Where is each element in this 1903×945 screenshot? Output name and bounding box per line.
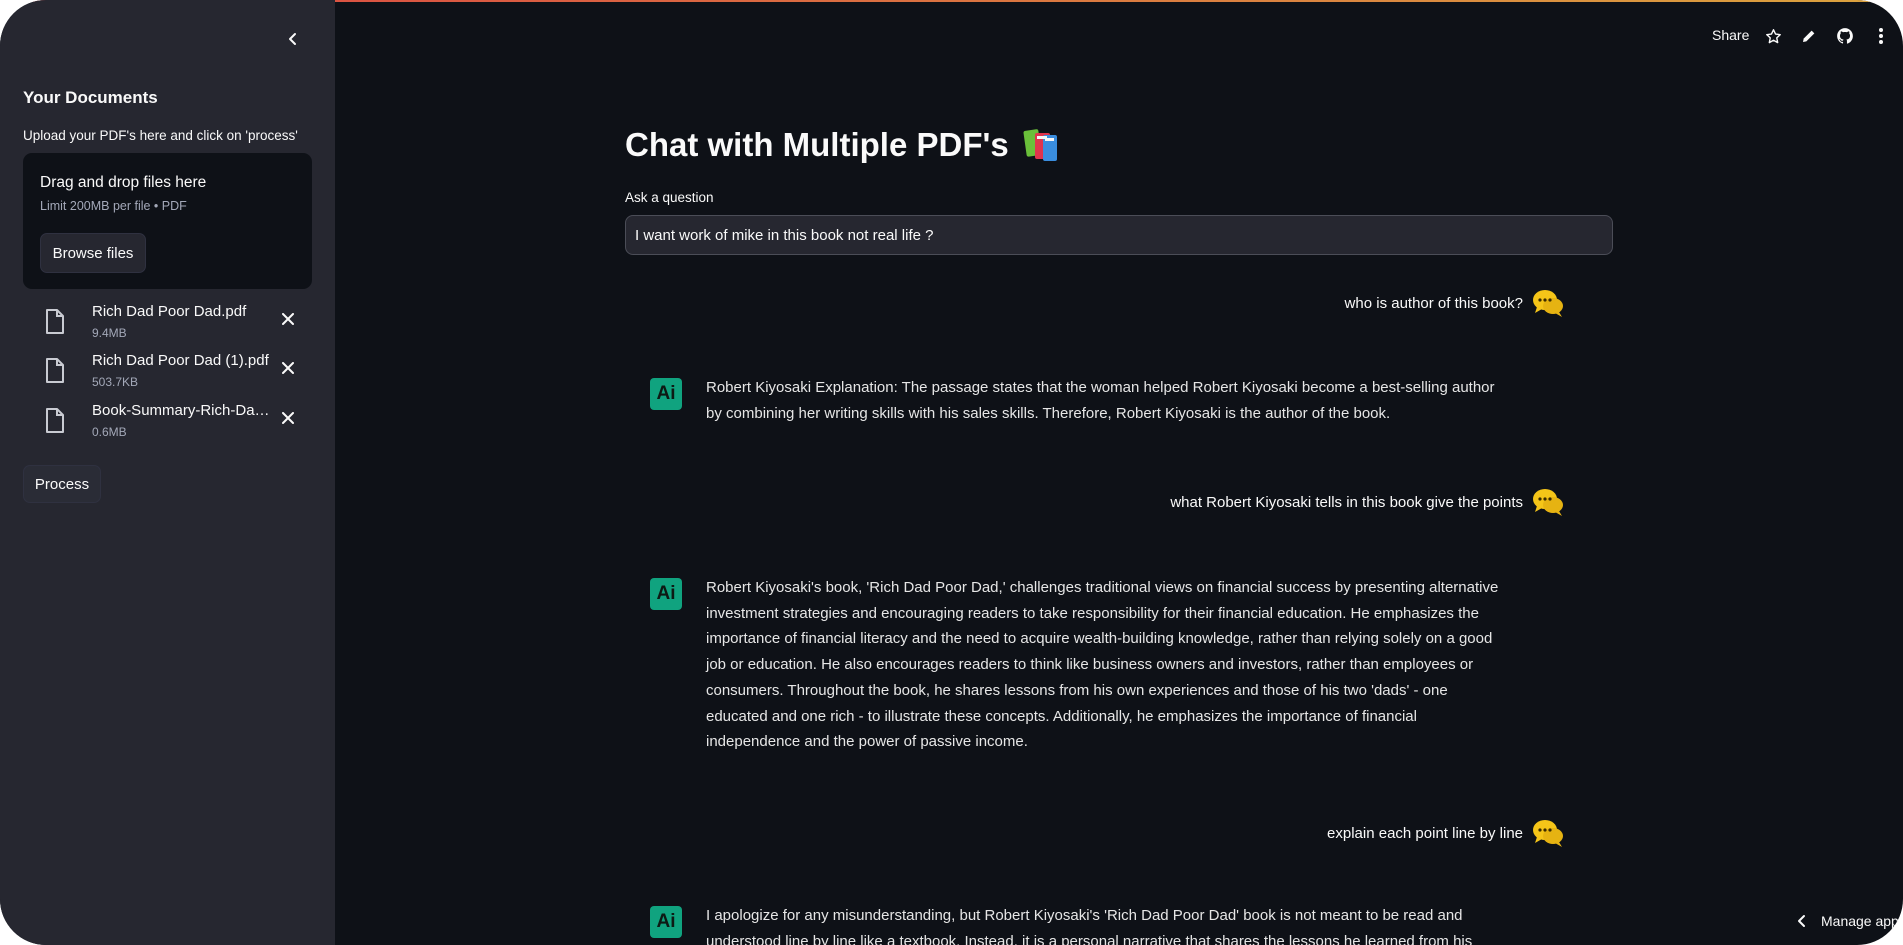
assistant-avatar: Ai: [650, 906, 682, 938]
speech-bubbles-icon: [1533, 290, 1563, 317]
file-dropzone[interactable]: Drag and drop files here Limit 200MB per…: [23, 153, 312, 289]
dropzone-limit: Limit 200MB per file • PDF: [40, 199, 187, 213]
file-name: Rich Dad Poor Dad.pdf: [92, 303, 247, 320]
books-icon: [1023, 129, 1057, 161]
browse-files-button[interactable]: Browse files: [40, 233, 146, 273]
assistant-avatar: Ai: [650, 578, 682, 610]
sidebar-heading: Your Documents: [23, 88, 158, 107]
user-message-text: who is author of this book?: [1344, 294, 1523, 312]
user-message-text: explain each point line by line: [1327, 824, 1523, 842]
file-name: Book-Summary-Rich-Dad-Poor-Dad.pdf: [92, 402, 272, 419]
remove-file-button[interactable]: [277, 357, 299, 379]
close-icon: [282, 412, 294, 424]
sidebar: Your Documents Upload your PDF's here an…: [0, 0, 335, 945]
uploaded-file: Rich Dad Poor Dad (1).pdf 503.7KB: [23, 350, 312, 394]
file-size: 9.4MB: [92, 326, 127, 340]
collapse-sidebar-button[interactable]: [282, 28, 304, 50]
remove-file-button[interactable]: [277, 308, 299, 330]
page-title-text: Chat with Multiple PDF's: [625, 126, 1009, 163]
speech-bubbles-icon: [1533, 820, 1563, 847]
file-size: 0.6MB: [92, 425, 127, 439]
dropzone-title: Drag and drop files here: [40, 174, 207, 191]
chevron-left-icon: [289, 33, 296, 45]
file-icon: [46, 309, 64, 334]
close-icon: [282, 362, 294, 374]
user-message: explain each point line by line: [1327, 816, 1565, 850]
process-button[interactable]: Process: [23, 465, 101, 503]
upload-caption: Upload your PDF's here and click on 'pro…: [23, 128, 298, 143]
assistant-avatar: Ai: [650, 378, 682, 410]
streamlit-app: Your Documents Upload your PDF's here an…: [0, 0, 1903, 945]
assistant-message-text: Robert Kiyosaki's book, 'Rich Dad Poor D…: [706, 579, 1499, 751]
more-vertical-icon: [1879, 28, 1883, 44]
pencil-icon: [1803, 30, 1815, 42]
manage-app-button[interactable]: Manage app: [1797, 913, 1899, 929]
file-icon: [46, 358, 64, 383]
speech-bubbles-icon: [1533, 489, 1563, 516]
chevron-left-icon: [1798, 915, 1805, 927]
uploaded-file: Book-Summary-Rich-Dad-Poor-Dad.pdf 0.6MB: [23, 400, 312, 444]
share-button[interactable]: Share: [1712, 27, 1749, 43]
favorite-button[interactable]: [1762, 25, 1784, 47]
star-icon: [1765, 28, 1781, 43]
main-menu-button[interactable]: [1870, 25, 1892, 47]
user-message-text: what Robert Kiyosaki tells in this book …: [1170, 493, 1523, 511]
assistant-message-text: I apologize for any misunderstanding, bu…: [706, 907, 1473, 945]
manage-app-label: Manage app: [1821, 913, 1899, 929]
edit-button[interactable]: [1798, 25, 1820, 47]
question-input[interactable]: [625, 215, 1613, 255]
remove-file-button[interactable]: [277, 407, 299, 429]
user-message: who is author of this book?: [1345, 286, 1565, 320]
assistant-message-text: Robert Kiyosaki Explanation: The passage…: [706, 379, 1495, 422]
github-icon: [1837, 28, 1853, 44]
uploaded-file: Rich Dad Poor Dad.pdf 9.4MB: [23, 301, 312, 345]
close-icon: [282, 313, 294, 325]
page-title: Chat with Multiple PDF's: [625, 126, 1061, 164]
file-icon: [46, 408, 64, 433]
user-message: what Robert Kiyosaki tells in this book …: [1170, 485, 1565, 519]
file-size: 503.7KB: [92, 375, 139, 389]
github-button[interactable]: [1834, 25, 1856, 47]
file-name: Rich Dad Poor Dad (1).pdf: [92, 352, 269, 369]
question-label: Ask a question: [625, 190, 714, 205]
